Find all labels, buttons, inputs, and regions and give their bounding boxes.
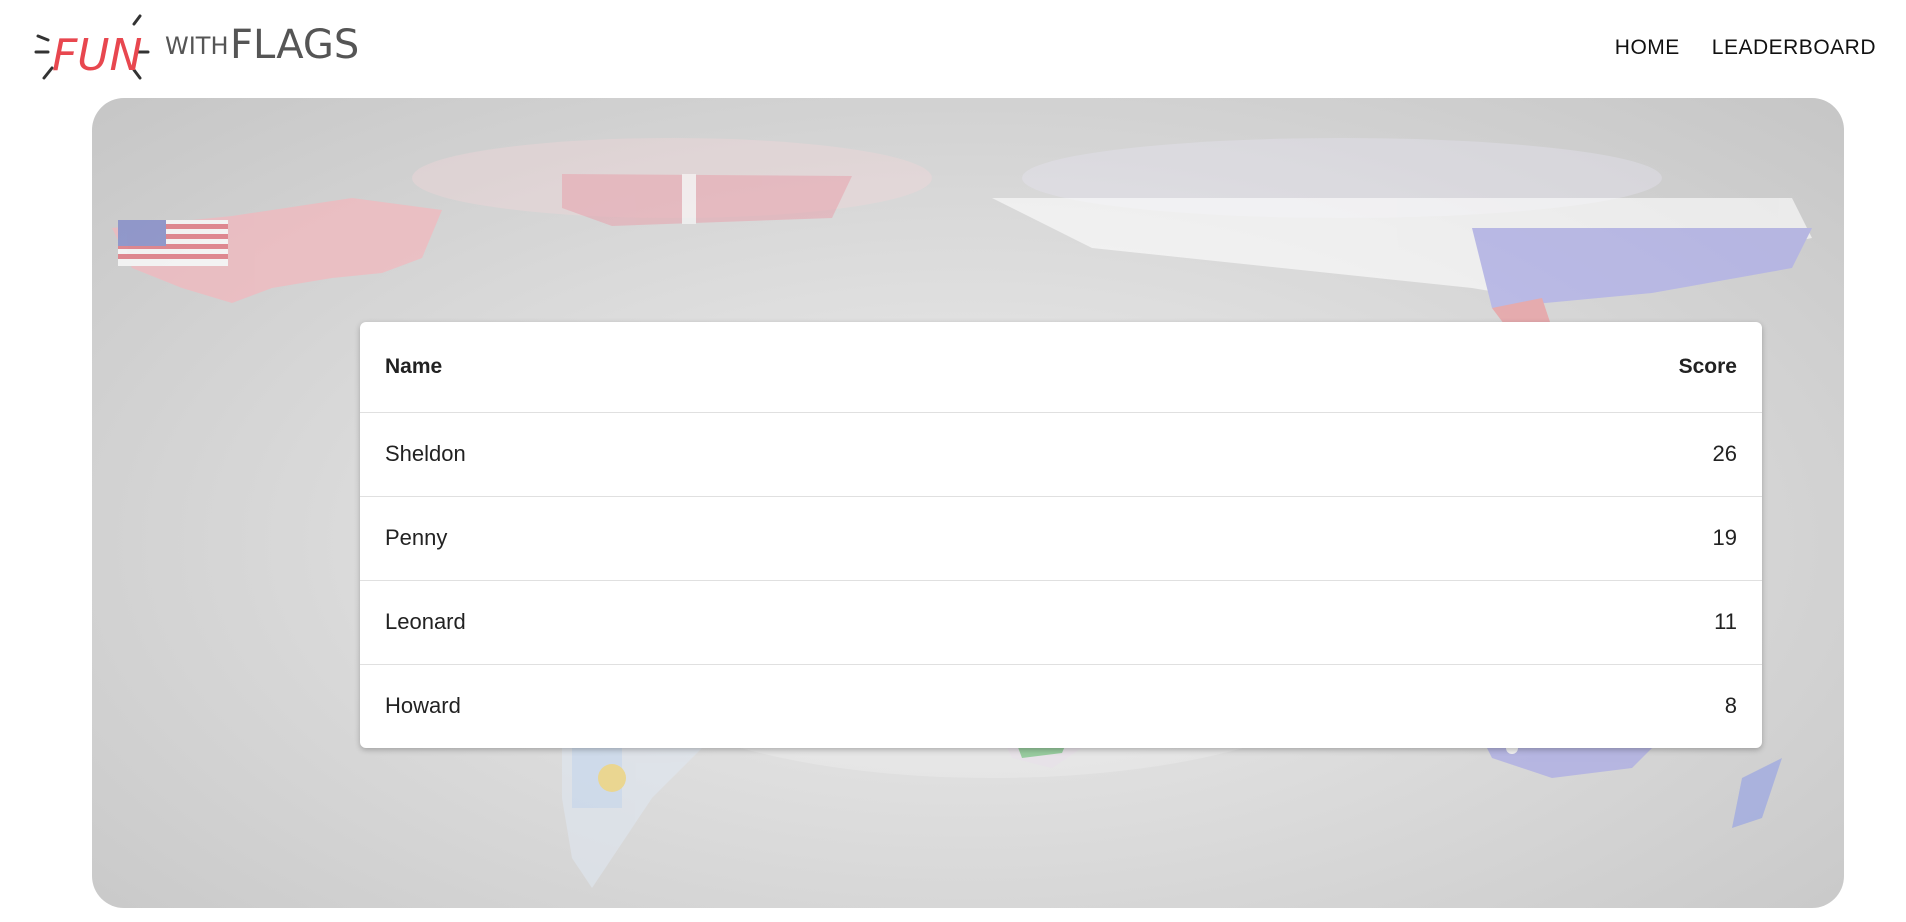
north-america-flag-shape [112,198,442,303]
player-name: Howard [385,693,461,719]
main-nav: HOME LEADERBOARD [1615,36,1876,60]
table-row[interactable]: Howard 8 [360,664,1762,748]
fun-with-flags-logo[interactable]: FUN WITH FLAGS [30,8,359,92]
logo-flags-text: FLAGS [230,22,359,68]
player-name: Penny [360,496,1127,581]
table-row[interactable]: Sheldon 26 [360,412,1762,497]
name-column-header[interactable]: Name [360,322,1127,413]
logo-with-text: WITH [165,32,229,60]
player-score: 26 [1126,412,1762,497]
leaderboard-table: Name Score Sheldon 26 Penny 19 Leonard 1… [360,322,1762,748]
player-name: Leonard [360,580,1127,665]
logo-graphic: FUN WITH FLAGS [34,14,359,81]
top-navigation-bar: FUN WITH FLAGS HOME LEADERBOARD [0,0,1906,98]
nav-leaderboard-link[interactable]: LEADERBOARD [1712,36,1876,60]
table-row[interactable]: Leonard 11 [360,580,1762,665]
table-header-row: Name Score [360,322,1762,413]
player-score: 8 [1724,693,1737,719]
nav-home-link[interactable]: HOME [1615,36,1680,60]
logo-fun-text: FUN [52,30,142,81]
leaderboard-card: Name Score Sheldon 26 Penny 19 Leonard 1… [360,322,1762,748]
world-flag-map-background: Name Score Sheldon 26 Penny 19 Leonard 1… [92,98,1844,908]
player-name: Sheldon [360,412,1127,497]
table-row[interactable]: Penny 19 [360,496,1762,581]
player-score: 19 [1126,496,1762,581]
score-column-header[interactable]: Score [1126,322,1762,413]
player-score: 11 [1126,580,1762,665]
